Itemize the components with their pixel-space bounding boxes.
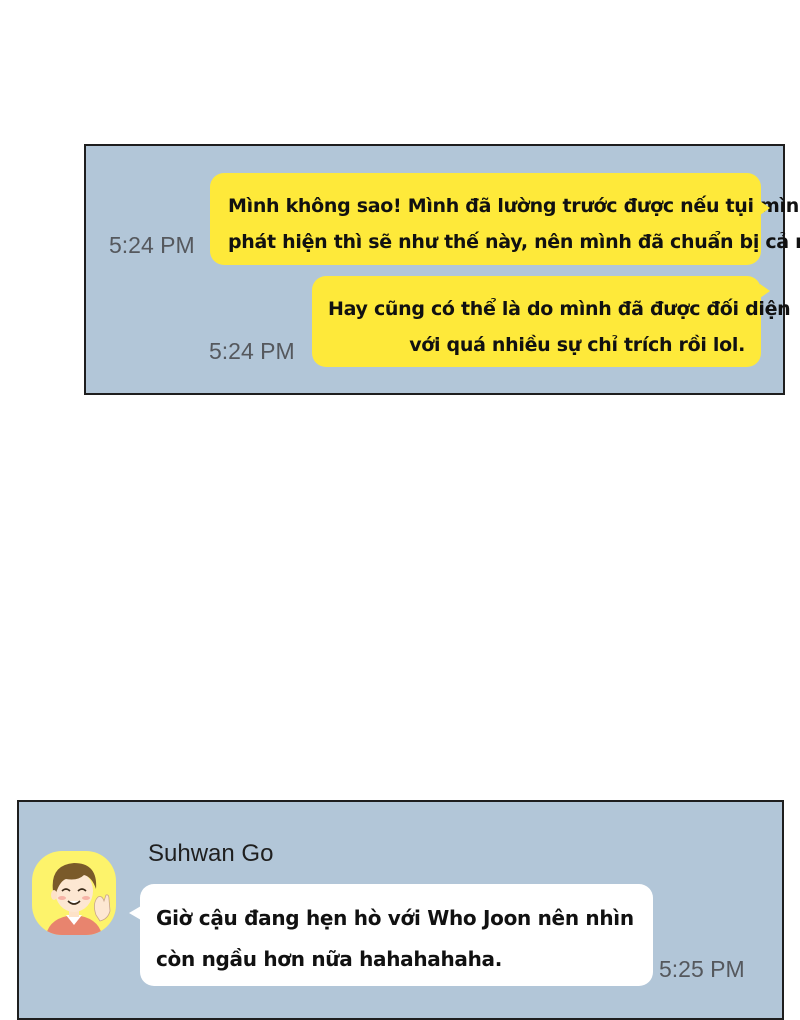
- own-message-bubble[interactable]: Hay cũng có thể là do mình đã được đối d…: [312, 276, 791, 367]
- bubble-tail: [760, 201, 770, 215]
- own-message-bubble[interactable]: Mình không sao! Mình đã lường trước được…: [210, 173, 800, 265]
- message-text-line: Giờ cậu đang hẹn hò với Who Joon nên nhì…: [156, 906, 634, 930]
- avatar-illustration: [46, 863, 111, 935]
- message-text-line: Hay cũng có thể là do mình đã được đối d…: [328, 298, 791, 320]
- message-text-line: Mình không sao! Mình đã lường trước được…: [228, 195, 800, 217]
- message-timestamp: 5:25 PM: [659, 956, 745, 982]
- chat-panel-bottom: Suhwan Go Giờ cậu đang hẹn hò với Who Jo…: [17, 800, 784, 1020]
- bubble-tail: [129, 906, 141, 920]
- boy-avatar-icon[interactable]: [32, 851, 116, 935]
- incoming-message-bubble[interactable]: Giờ cậu đang hẹn hò với Who Joon nên nhì…: [129, 884, 653, 986]
- message-timestamp: 5:24 PM: [209, 338, 295, 364]
- message-text-line: còn ngầu hơn nữa hahahahaha.: [156, 947, 503, 971]
- chat-panel-top: Mình không sao! Mình đã lường trước được…: [84, 144, 800, 395]
- message-timestamp: 5:24 PM: [109, 232, 195, 258]
- sender-name: Suhwan Go: [148, 840, 274, 867]
- bubble-tail: [760, 284, 770, 298]
- message-text-line: phát hiện thì sẽ như thế này, nên mình đ…: [228, 231, 800, 253]
- message-text-line: với quá nhiều sự chỉ trích rồi lol.: [409, 334, 745, 356]
